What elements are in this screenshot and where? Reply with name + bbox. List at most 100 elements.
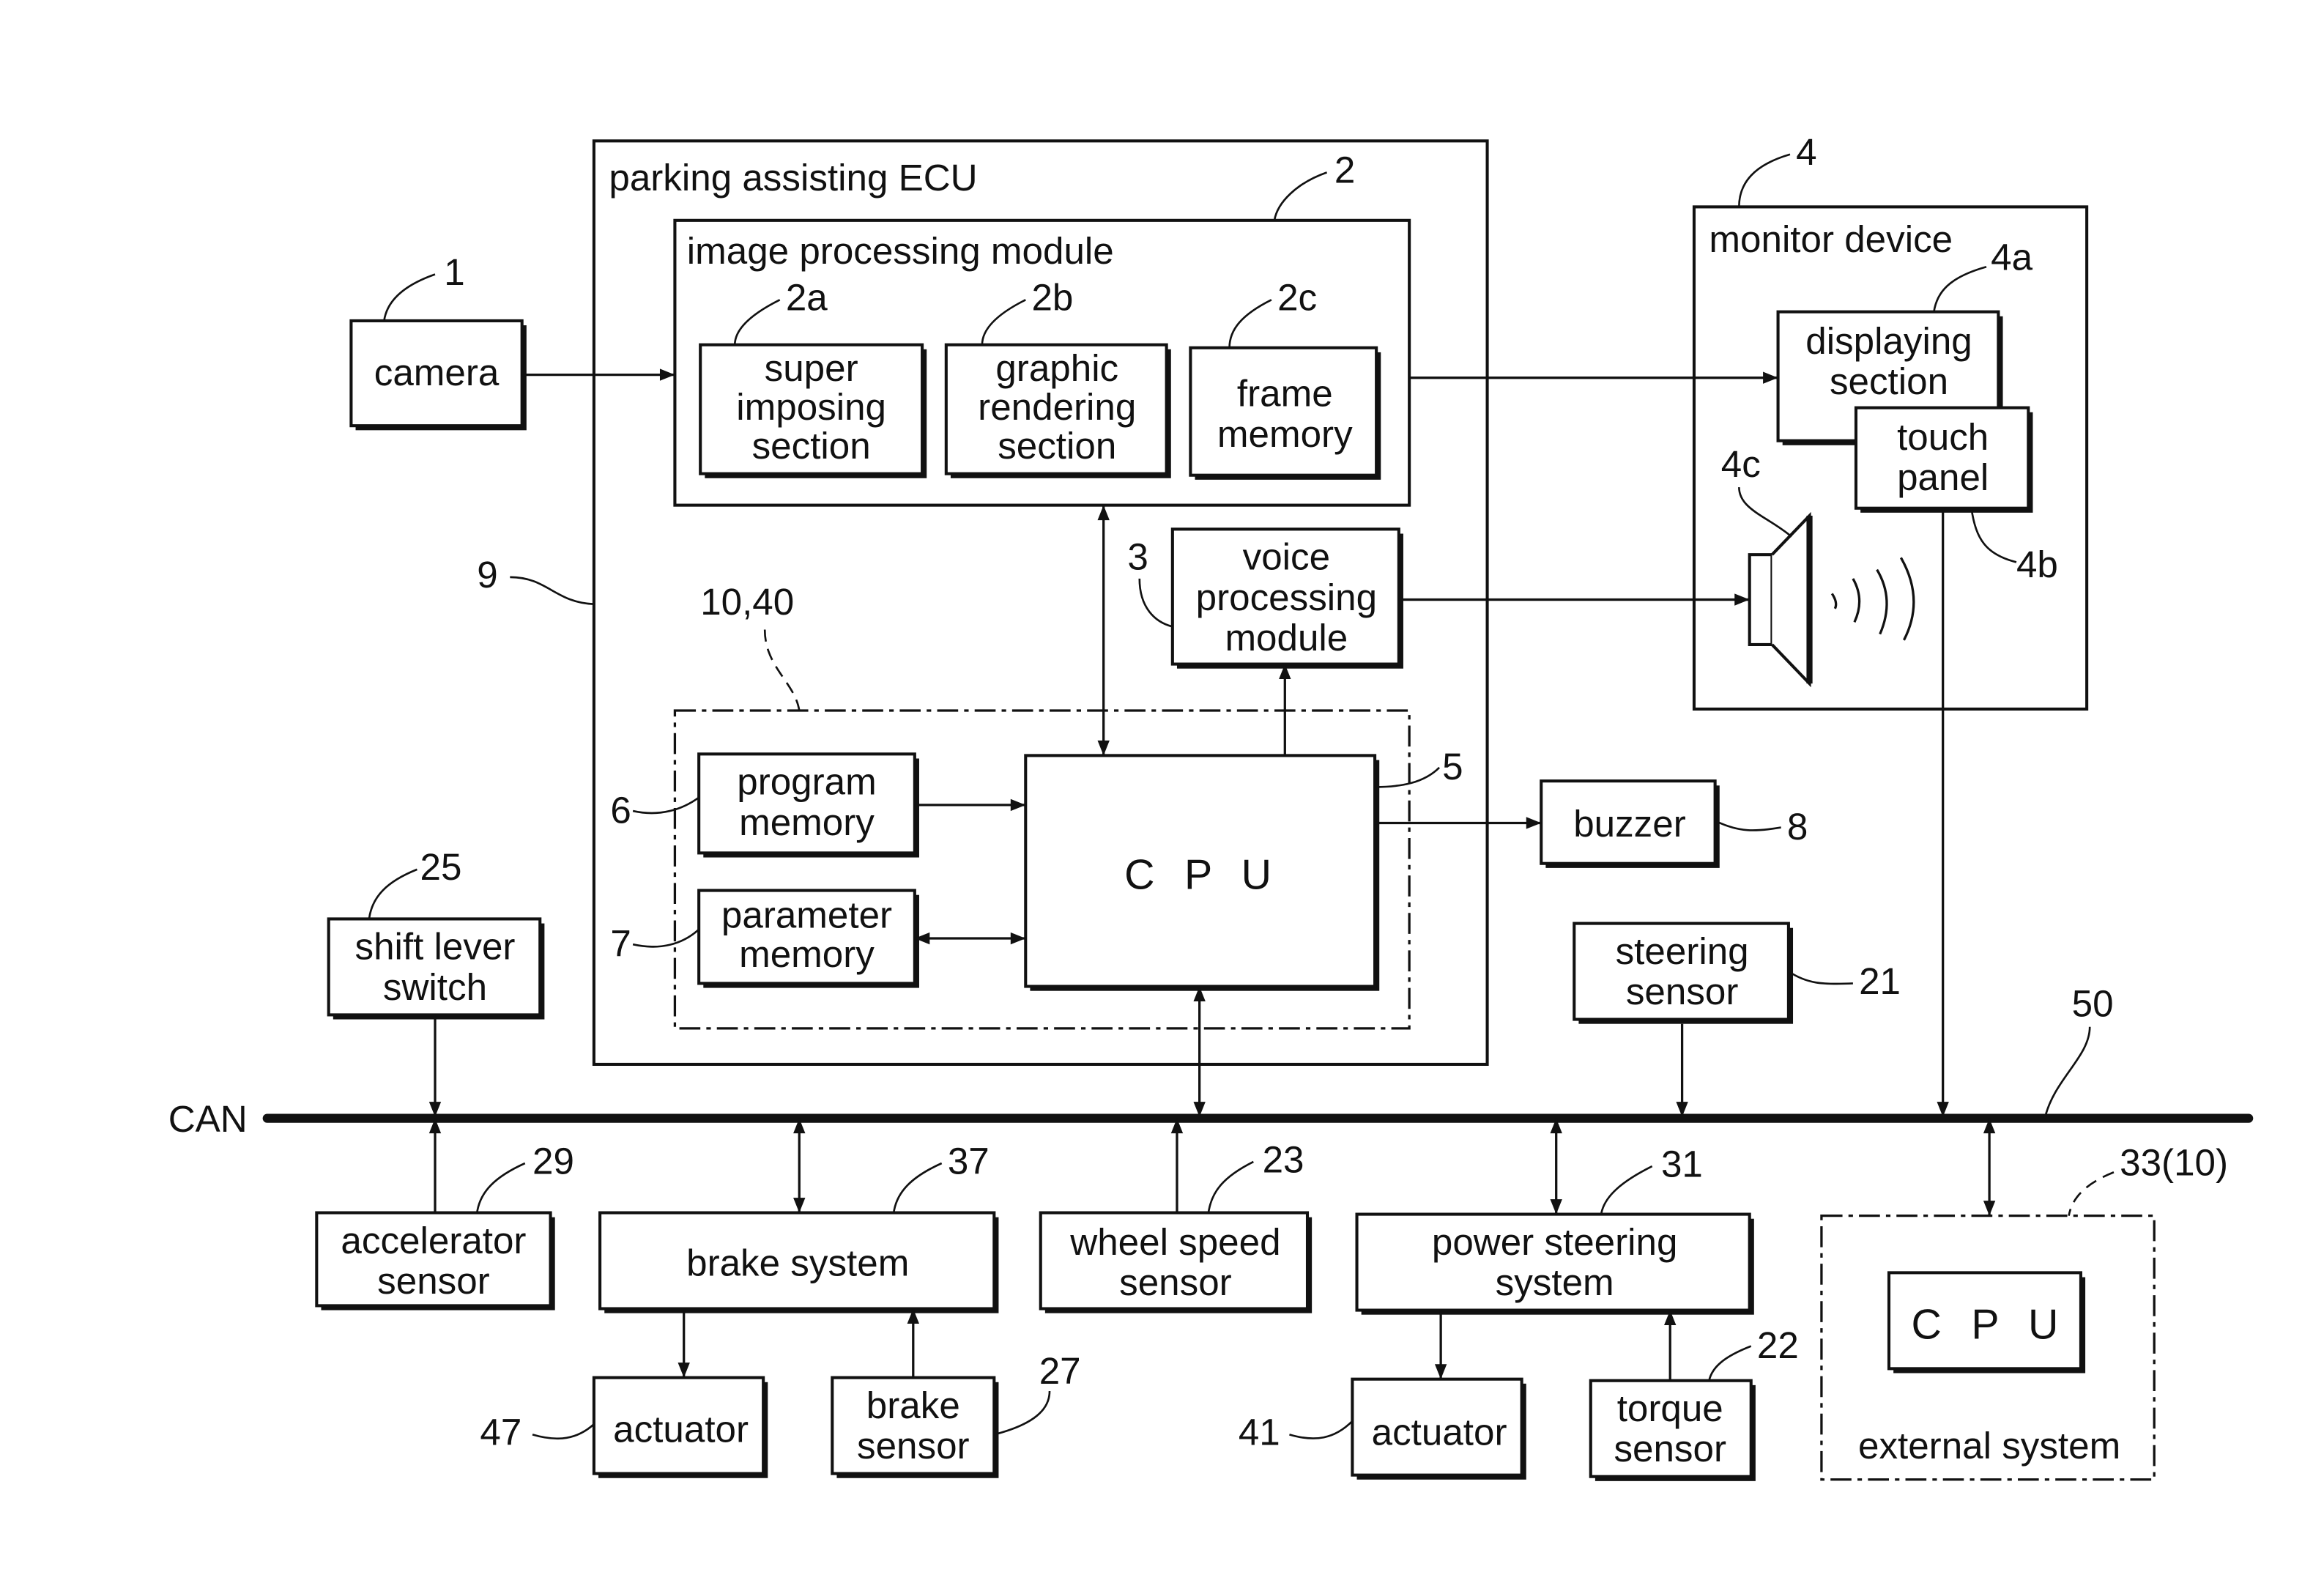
svg-text:section: section [752, 425, 871, 467]
svg-text:7: 7 [610, 923, 631, 965]
wheel-speed-sensor: wheel speed sensor [1039, 1211, 1313, 1313]
external-system-label: external system [1858, 1425, 2120, 1467]
svg-text:22: 22 [1757, 1324, 1799, 1366]
svg-text:voice: voice [1243, 536, 1330, 578]
svg-text:brake: brake [866, 1384, 960, 1426]
svg-text:memory: memory [739, 801, 875, 843]
svg-text:4a: 4a [1991, 236, 2032, 278]
svg-text:21: 21 [1859, 960, 1901, 1002]
svg-text:panel: panel [1897, 456, 1989, 498]
svg-text:torque: torque [1617, 1387, 1723, 1429]
parking-assist-block-diagram: parking assisting ECU 9 image processing… [168, 131, 2254, 1481]
svg-text:33(10): 33(10) [2120, 1141, 2228, 1183]
ref-25: 25 [368, 846, 462, 919]
camera-box: camera [349, 319, 527, 431]
ref-29: 29 [475, 1140, 574, 1213]
svg-text:steering: steering [1616, 930, 1749, 972]
ref-37: 37 [892, 1140, 990, 1213]
svg-text:power steering: power steering [1432, 1221, 1678, 1263]
voice-processing-module: voice processing module [1170, 527, 1403, 669]
svg-text:C P U: C P U [1912, 1301, 2068, 1348]
brake-system: brake system [598, 1211, 999, 1313]
brake-actuator: actuator [592, 1376, 768, 1478]
svg-text:sensor: sensor [1626, 971, 1739, 1012]
svg-text:accelerator: accelerator [341, 1220, 526, 1261]
svg-text:2a: 2a [786, 277, 828, 319]
touch-panel: touch panel [1854, 406, 2033, 513]
ecu-label: parking assisting ECU [609, 157, 977, 199]
image-module-label: image processing module [687, 230, 1114, 272]
svg-text:27: 27 [1039, 1350, 1081, 1392]
svg-text:section: section [1830, 360, 1948, 402]
svg-text:section: section [998, 425, 1116, 467]
cpu-box: C P U [1024, 754, 1380, 991]
svg-text:37: 37 [948, 1140, 990, 1182]
monitor-label: monitor device [1709, 218, 1953, 260]
svg-text:graphic: graphic [995, 347, 1118, 389]
svg-text:memory: memory [1217, 413, 1353, 455]
svg-text:wheel speed: wheel speed [1069, 1221, 1280, 1263]
svg-text:4b: 4b [2016, 544, 2058, 585]
ref-22: 22 [1708, 1324, 1799, 1382]
svg-text:switch: switch [383, 966, 487, 1008]
svg-text:buzzer: buzzer [1573, 803, 1686, 845]
ref-31: 31 [1600, 1143, 1703, 1215]
svg-text:4c: 4c [1721, 443, 1761, 485]
svg-text:actuator: actuator [1372, 1412, 1507, 1453]
program-memory: program memory [697, 752, 919, 858]
svg-text:sensor: sensor [1119, 1261, 1232, 1303]
svg-text:sensor: sensor [1614, 1428, 1726, 1469]
svg-text:super: super [765, 347, 858, 389]
svg-text:imposing: imposing [736, 386, 886, 428]
svg-text:2: 2 [1334, 149, 1355, 191]
svg-text:displaying: displaying [1805, 320, 1972, 362]
svg-text:C P U: C P U [1124, 852, 1280, 899]
svg-text:47: 47 [480, 1412, 521, 1453]
svg-text:10,40: 10,40 [700, 581, 794, 623]
svg-text:31: 31 [1661, 1143, 1703, 1185]
svg-text:rendering: rendering [978, 386, 1136, 428]
svg-text:shift lever: shift lever [355, 926, 516, 968]
svg-text:frame: frame [1237, 373, 1333, 415]
svg-text:29: 29 [532, 1140, 574, 1182]
steering-sensor: steering sensor [1573, 922, 1794, 1024]
graphic-rendering-section: graphic rendering section [944, 343, 1171, 478]
torque-sensor: torque sensor [1589, 1379, 1756, 1481]
power-steering-actuator: actuator [1351, 1377, 1526, 1480]
ref-9: 9 [477, 554, 594, 606]
svg-text:25: 25 [420, 846, 462, 888]
svg-text:2b: 2b [1031, 277, 1073, 319]
ref-33-10: 33(10) [2068, 1141, 2228, 1216]
svg-text:3: 3 [1127, 536, 1148, 578]
can-label: CAN [168, 1098, 248, 1140]
ref-8: 8 [1716, 806, 1808, 848]
svg-text:4: 4 [1796, 131, 1816, 173]
ref-47: 47 [480, 1412, 595, 1453]
ref-23: 23 [1207, 1138, 1304, 1213]
svg-text:6: 6 [610, 789, 631, 831]
ref-27: 27 [993, 1350, 1081, 1436]
svg-text:41: 41 [1239, 1412, 1280, 1453]
svg-text:processing: processing [1196, 577, 1377, 618]
svg-text:sensor: sensor [857, 1425, 970, 1467]
external-cpu: C P U [1887, 1271, 2086, 1373]
ref-1: 1 [383, 251, 465, 322]
shift-lever-switch: shift lever switch [327, 917, 545, 1020]
ref-41: 41 [1239, 1412, 1354, 1453]
svg-text:touch: touch [1897, 416, 1989, 458]
svg-text:system: system [1496, 1261, 1614, 1303]
svg-text:memory: memory [739, 933, 875, 975]
superimposing-section: super imposing section [699, 343, 927, 478]
svg-text:camera: camera [374, 352, 500, 393]
ref-21: 21 [1788, 960, 1901, 1002]
frame-memory: frame memory [1189, 346, 1381, 480]
svg-text:50: 50 [2072, 982, 2114, 1024]
svg-text:23: 23 [1263, 1138, 1304, 1180]
svg-text:parameter: parameter [721, 894, 892, 936]
svg-text:8: 8 [1787, 806, 1808, 848]
ref-4: 4 [1738, 131, 1817, 207]
svg-text:2c: 2c [1277, 277, 1317, 319]
svg-text:module: module [1225, 617, 1348, 659]
power-steering-system: power steering system [1355, 1212, 1754, 1315]
svg-text:actuator: actuator [613, 1409, 749, 1450]
